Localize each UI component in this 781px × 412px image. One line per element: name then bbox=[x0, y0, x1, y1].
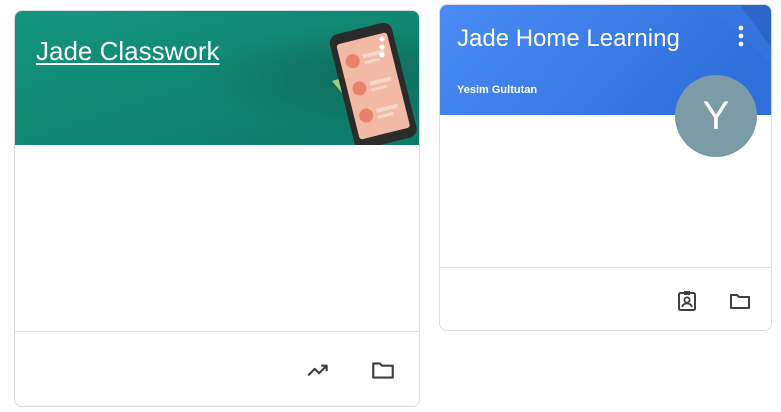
more-options-icon[interactable] bbox=[729, 22, 753, 50]
teacher-name[interactable]: Yesim Gultutan bbox=[457, 84, 537, 96]
class-card[interactable]: Jade Classwork bbox=[14, 10, 420, 407]
teacher-avatar[interactable]: Y bbox=[675, 75, 757, 157]
folder-icon[interactable] bbox=[367, 354, 399, 386]
trending-up-icon[interactable] bbox=[302, 354, 334, 386]
class-title-link[interactable]: Jade Home Learning bbox=[457, 24, 680, 54]
gradebook-icon[interactable] bbox=[671, 285, 703, 317]
class-card-banner[interactable]: Jade Classwork bbox=[15, 11, 419, 145]
class-card-footer bbox=[15, 331, 419, 406]
class-card[interactable]: Jade Home Learning Yesim Gultutan Y bbox=[439, 4, 772, 331]
class-card-footer bbox=[440, 267, 771, 330]
more-options-icon[interactable] bbox=[370, 33, 394, 61]
class-title-link[interactable]: Jade Classwork bbox=[36, 36, 220, 66]
folder-icon[interactable] bbox=[724, 285, 756, 317]
banner-illustration bbox=[15, 11, 419, 145]
